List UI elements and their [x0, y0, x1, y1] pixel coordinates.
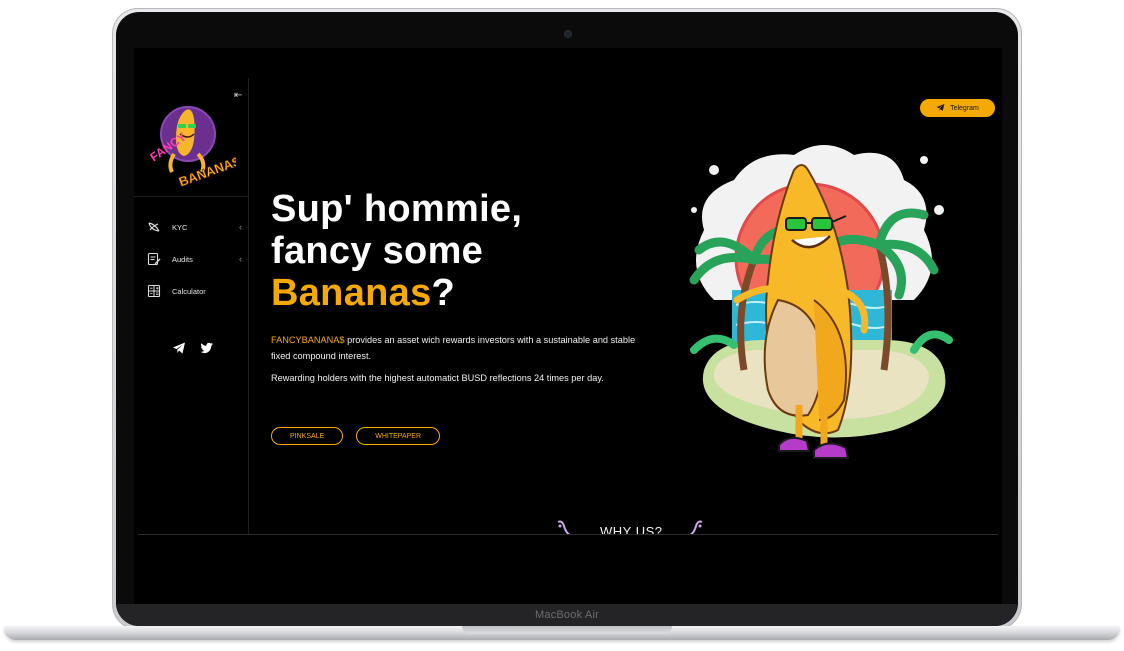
sidebar: ⇤ FANCY BANANA$ KYC ‹ Audits ‹ Calculato…	[134, 78, 249, 606]
audit-edit-icon	[146, 251, 162, 267]
fancy-bananas-logo[interactable]: FANCY BANANA$	[144, 98, 236, 188]
telegram-button-label: Telegram	[950, 104, 979, 112]
headline-line-3: Bananas?	[271, 272, 651, 314]
website-screen: ⇤ FANCY BANANA$ KYC ‹ Audits ‹ Calculato…	[134, 48, 1002, 606]
hero-description: FANCYBANANA$ provides an asset wich rewa…	[271, 332, 651, 386]
hero-headline: Sup' hommie, fancy some Bananas?	[271, 188, 651, 314]
headline-line-1: Sup' hommie,	[271, 188, 523, 230]
headline-line-2: fancy some	[271, 230, 484, 272]
brand-name: FANCYBANANA$	[271, 335, 345, 345]
sidebar-item-label: KYC	[172, 222, 188, 232]
sidebar-item-calculator[interactable]: Calculator	[146, 282, 242, 300]
telegram-icon[interactable]	[172, 341, 186, 355]
headline-accent-word: Bananas	[271, 272, 432, 314]
laptop-opening-notch	[462, 626, 672, 634]
banana-mascot-illustration	[689, 145, 953, 459]
laptop-model-label: MacBook Air	[535, 609, 599, 621]
sidebar-item-audits[interactable]: Audits ‹	[146, 250, 242, 268]
pinksale-button[interactable]: PINKSALE	[271, 427, 344, 445]
description-paragraph-2: Rewarding holders with the highest autom…	[271, 373, 604, 383]
whitepaper-button[interactable]: WHITEPAPER	[356, 427, 441, 445]
telegram-button[interactable]: Telegram	[920, 99, 995, 117]
sidebar-item-kyc[interactable]: KYC ‹	[146, 218, 242, 236]
chevron-left-icon: ‹	[239, 222, 242, 232]
telegram-icon	[936, 103, 945, 114]
twitter-icon[interactable]	[200, 341, 214, 355]
banana-icon	[146, 219, 162, 235]
description-paragraph-1: FANCYBANANA$ provides an asset wich rewa…	[271, 332, 651, 364]
sidebar-divider	[134, 196, 248, 197]
social-links	[172, 341, 214, 355]
section-divider	[138, 534, 998, 535]
headline-question-mark: ?	[431, 272, 456, 314]
camera-dot	[565, 31, 571, 37]
sidebar-item-label: Audits	[172, 254, 193, 264]
sidebar-item-label: Calculator	[172, 286, 206, 296]
calculator-icon	[146, 283, 162, 299]
bottom-area	[134, 535, 1002, 606]
cta-row: PINKSALE WHITEPAPER	[271, 427, 441, 445]
chevron-left-icon: ‹	[239, 254, 242, 264]
hero-section: Sup' hommie, fancy some Bananas? FANCYBA…	[271, 188, 651, 392]
